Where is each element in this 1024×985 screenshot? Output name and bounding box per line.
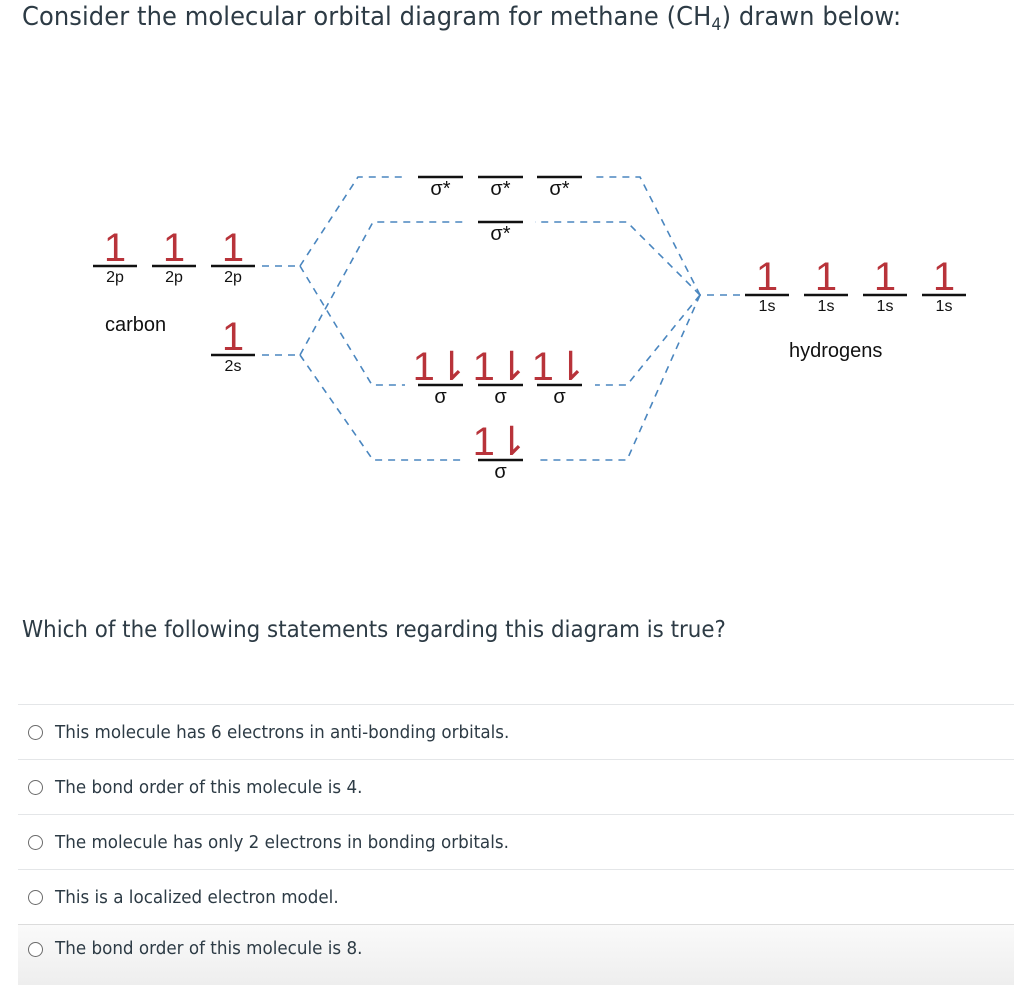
electron-arrow: 1 <box>815 255 837 299</box>
hydrogen-orbital: 11s <box>863 255 907 315</box>
title-subscript: 4 <box>711 15 722 35</box>
antibonding-orbital: σ* <box>418 175 463 200</box>
orbital-label: σ <box>494 386 507 408</box>
antibonding-orbital: σ* <box>478 175 523 200</box>
radio-button[interactable] <box>28 889 43 905</box>
bonding-orbital: 1⇂σ <box>532 345 588 408</box>
bonding-orbital: 1⇂σ <box>413 345 469 408</box>
carbon-orbital: 12s <box>211 315 255 375</box>
electron-arrow: 1 <box>222 226 244 270</box>
orbital-label: σ <box>553 386 566 408</box>
orbital-label: σ* <box>430 178 450 200</box>
connectors-right <box>535 176 740 461</box>
title-text: Consider the molecular orbital diagram f… <box>22 2 712 32</box>
connector <box>595 176 701 296</box>
electron-pair-arrows: 1⇂ <box>532 345 588 389</box>
orbital-label: σ* <box>549 178 569 200</box>
answer-text: The bond order of this molecule is 8. <box>55 938 363 959</box>
electron-pair-arrows: 1⇂ <box>473 420 529 464</box>
question-title: Consider the molecular orbital diagram f… <box>22 2 901 35</box>
connectors-left <box>262 176 465 461</box>
orbital-label: 1s <box>818 298 835 315</box>
electron-arrow: 1 <box>163 226 185 270</box>
orbital-label: 2p <box>165 269 183 286</box>
connector <box>299 265 405 386</box>
electron-arrow: 1 <box>104 226 126 270</box>
hydrogens-label: hydrogens <box>789 340 882 362</box>
connector <box>299 221 465 356</box>
answer-text: This molecule has 6 electrons in anti-bo… <box>55 721 510 743</box>
answer-option[interactable]: The bond order of this molecule is 8. <box>18 924 1014 985</box>
orbital-label: 2p <box>106 269 124 286</box>
electron-arrow: 1 <box>933 255 955 299</box>
carbon-label: carbon <box>105 314 166 336</box>
orbital-levels: 12p12p12p12s11s11s11s11sσ* σ* σ*σ*1⇂σ1⇂σ1⇂… <box>93 175 966 483</box>
hydrogen-orbital: 11s <box>804 255 848 315</box>
title-text-end: ) drawn below: <box>721 2 902 32</box>
radio-button[interactable] <box>28 724 43 740</box>
electron-pair-arrows: 1⇂ <box>473 345 529 389</box>
orbital-label: 1s <box>936 298 953 315</box>
carbon-orbital: 12p <box>211 226 255 286</box>
answer-list: This molecule has 6 electrons in anti-bo… <box>18 704 1014 985</box>
question-prompt: Which of the following statements regard… <box>22 617 726 643</box>
orbital-label: 2p <box>224 269 242 286</box>
answer-option[interactable]: The bond order of this molecule is 4. <box>18 759 1014 814</box>
orbital-label: 1s <box>877 298 894 315</box>
orbital-label: σ* <box>490 178 510 200</box>
connector <box>535 221 701 296</box>
answer-text: This is a localized electron model. <box>55 886 339 908</box>
orbital-label: 2s <box>225 358 242 375</box>
connector <box>299 176 405 267</box>
radio-button[interactable] <box>28 834 43 850</box>
answer-option[interactable]: The molecule has only 2 electrons in bon… <box>18 814 1014 869</box>
radio-button[interactable] <box>28 942 43 957</box>
answer-option[interactable]: This molecule has 6 electrons in anti-bo… <box>18 704 1014 759</box>
bonding-orbital: 1⇂σ <box>473 420 529 483</box>
electron-pair-arrows: 1⇂ <box>413 345 469 389</box>
electron-arrow: 1 <box>756 255 778 299</box>
hydrogen-orbital: 11s <box>745 255 789 315</box>
radio-button[interactable] <box>28 779 43 795</box>
orbital-label: σ <box>494 461 507 483</box>
orbital-label: 1s <box>759 298 776 315</box>
antibonding-orbital: σ* <box>478 220 523 245</box>
carbon-orbital: 12p <box>93 226 137 286</box>
electron-arrow: 1 <box>222 315 244 359</box>
orbital-label: σ* <box>490 223 510 245</box>
hydrogen-orbital: 11s <box>922 255 966 315</box>
answer-text: The bond order of this molecule is 4. <box>55 776 363 798</box>
antibonding-orbital: σ* <box>537 175 582 200</box>
electron-arrow: 1 <box>874 255 896 299</box>
answer-text: The molecule has only 2 electrons in bon… <box>55 831 509 853</box>
bonding-orbital: 1⇂σ <box>473 345 529 408</box>
carbon-orbital: 12p <box>152 226 196 286</box>
connector <box>595 294 701 386</box>
answer-option[interactable]: This is a localized electron model. <box>18 869 1014 924</box>
orbital-label: σ <box>434 386 447 408</box>
mo-diagram: 12p12p12p12s11s11s11s11sσ* σ* σ*σ*1⇂σ1⇂σ1⇂… <box>93 175 966 483</box>
